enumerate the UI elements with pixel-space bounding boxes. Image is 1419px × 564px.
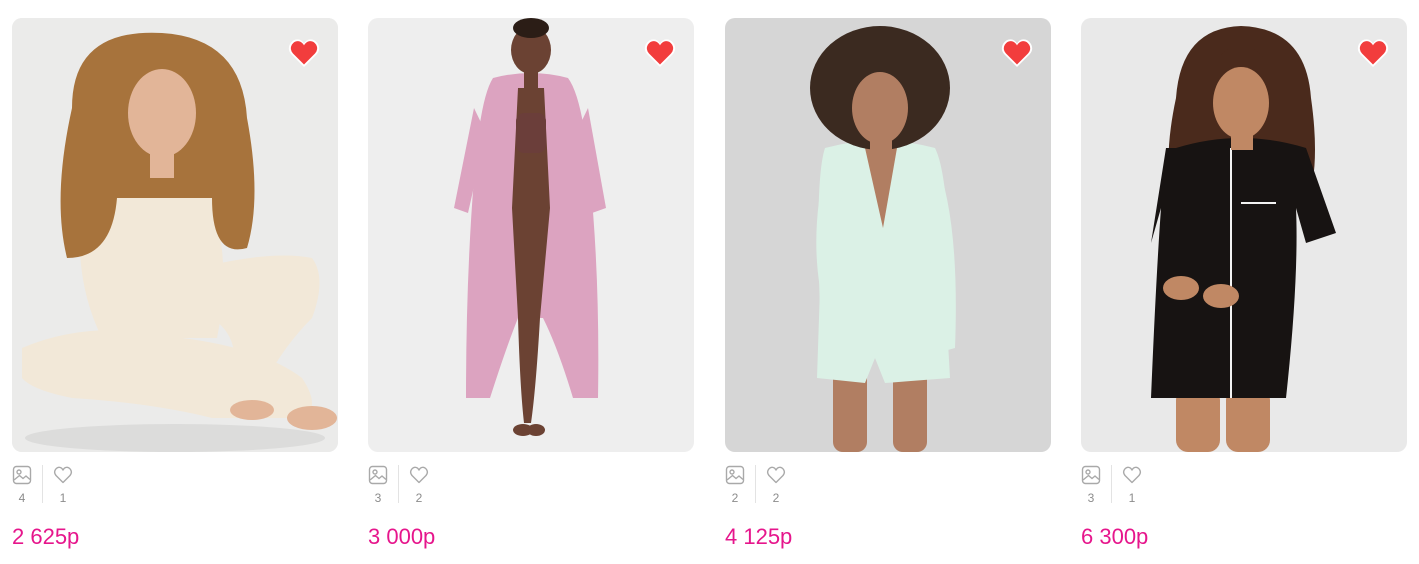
likes-stat[interactable]: 2 [766,465,786,507]
likes-stat[interactable]: 2 [409,465,429,507]
likes-stat[interactable]: 1 [1122,465,1142,507]
product-card[interactable]: 3 2 3 000р [368,18,694,558]
product-card[interactable]: 4 1 2 625р [12,18,338,558]
product-photo[interactable] [12,18,338,452]
product-photo-woman-mint-pajamas [725,18,1051,452]
heart-outline-icon [766,466,786,484]
image-icon [725,465,745,485]
product-photo[interactable] [725,18,1051,452]
photos-stat[interactable]: 3 [1081,465,1101,507]
product-photo-woman-pink-robe [368,18,694,452]
product-stats: 4 1 [12,465,73,507]
stats-divider [1111,465,1112,503]
product-price: 3 000р [368,524,436,549]
photos-stat[interactable]: 3 [368,465,388,507]
photos-count: 4 [18,491,26,505]
heart-outline-icon [409,466,429,484]
product-stats: 3 1 [1081,465,1142,507]
product-price: 2 625р [12,524,80,549]
favorite-heart-icon[interactable] [644,38,676,68]
product-grid: 4 1 2 625р 3 2 3 000р 2 2 4 125р 3 1 6 3… [12,18,1407,558]
photos-count: 3 [1087,491,1095,505]
image-icon [1081,465,1101,485]
product-photo[interactable] [368,18,694,452]
product-stats: 2 2 [725,465,786,507]
product-price: 4 125р [725,524,793,549]
stats-divider [755,465,756,503]
likes-count: 2 [772,491,780,505]
image-icon [12,465,32,485]
product-photo[interactable] [1081,18,1407,452]
favorite-heart-icon[interactable] [1357,38,1389,68]
product-photo-woman-cream-lounge-set [12,18,338,452]
favorite-heart-icon[interactable] [1001,38,1033,68]
heart-outline-icon [1122,466,1142,484]
photos-count: 2 [731,491,739,505]
product-card[interactable]: 2 2 4 125р [725,18,1051,558]
likes-count: 1 [1128,491,1136,505]
favorite-heart-icon[interactable] [288,38,320,68]
image-icon [368,465,388,485]
product-card[interactable]: 3 1 6 300р [1081,18,1407,558]
stats-divider [42,465,43,503]
product-photo-woman-black-pajamas [1081,18,1407,452]
photos-stat[interactable]: 2 [725,465,745,507]
product-price: 6 300р [1081,524,1149,549]
likes-count: 1 [59,491,67,505]
stats-divider [398,465,399,503]
likes-count: 2 [415,491,423,505]
likes-stat[interactable]: 1 [53,465,73,507]
photos-stat[interactable]: 4 [12,465,32,507]
photos-count: 3 [374,491,382,505]
heart-outline-icon [53,466,73,484]
product-stats: 3 2 [368,465,429,507]
